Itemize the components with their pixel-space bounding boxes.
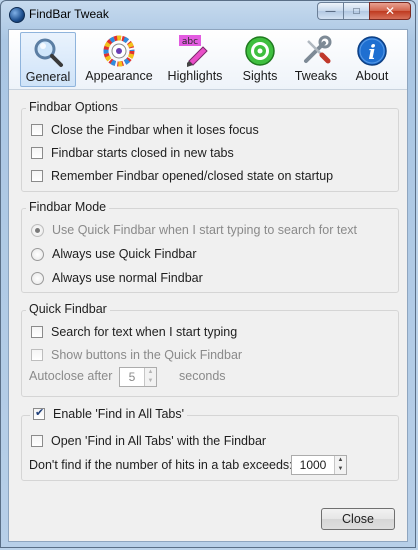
stepper-up-icon[interactable]: ▲ <box>145 368 156 377</box>
minimize-button[interactable]: — <box>317 2 343 20</box>
show-buttons-checkbox <box>31 349 43 361</box>
stepper-arrows[interactable]: ▲ ▼ <box>334 456 346 474</box>
dialog-client: General Appearance abc Highlights Sights… <box>8 29 408 542</box>
quick-findbar-title: Quick Findbar <box>26 302 110 316</box>
magnifier-icon <box>34 38 63 67</box>
always-quick-option[interactable]: Always use Quick Findbar <box>31 245 197 263</box>
always-normal-radio[interactable] <box>31 271 44 285</box>
starts-closed-option[interactable]: Findbar starts closed in new tabs <box>31 144 234 162</box>
remember-state-checkbox[interactable] <box>31 170 43 182</box>
option-label: Enable 'Find in All Tabs' <box>53 407 185 421</box>
maximize-button[interactable]: □ <box>343 2 369 20</box>
starts-closed-checkbox[interactable] <box>31 147 43 159</box>
option-label: Always use Quick Findbar <box>52 247 197 261</box>
autoclose-value: 5 <box>128 370 136 384</box>
hit-limit-value: 1000 <box>299 458 327 472</box>
wrench-screwdriver-icon <box>304 35 332 64</box>
highlight-badge-text: abc <box>182 37 198 47</box>
option-label: Close the Findbar when it loses focus <box>51 123 259 137</box>
open-with-findbar-option[interactable]: Open 'Find in All Tabs' with the Findbar <box>31 432 266 450</box>
findbar-mode-title: Findbar Mode <box>26 200 110 214</box>
tab-label: General <box>25 70 71 84</box>
tab-label: About <box>355 69 389 83</box>
highlighter-marker-icon: abc <box>179 35 208 67</box>
tab-appearance[interactable]: Appearance <box>81 32 157 87</box>
close-window-button[interactable]: ✕ <box>369 2 411 20</box>
findbar-options-title: Findbar Options <box>26 100 121 114</box>
option-label: Always use normal Findbar <box>52 271 203 285</box>
autoclose-stepper[interactable]: 5 ▲ ▼ <box>119 367 157 387</box>
tab-tweaks[interactable]: Tweaks <box>291 32 341 87</box>
tab-general[interactable]: General <box>20 32 76 87</box>
option-label: Show buttons in the Quick Findbar <box>51 348 243 362</box>
caption-buttons: — □ ✕ <box>317 2 411 20</box>
remember-state-option[interactable]: Remember Findbar opened/closed state on … <box>31 167 333 185</box>
search-when-typing-option[interactable]: Search for text when I start typing <box>31 323 237 341</box>
tab-highlights[interactable]: abc Highlights <box>161 32 229 87</box>
tab-about[interactable]: i About <box>347 32 397 87</box>
target-icon <box>245 36 275 66</box>
quick-when-typing-radio <box>31 223 44 237</box>
dialog-window: FindBar Tweak — □ ✕ General Appearance a… <box>0 0 416 548</box>
close-on-focus-loss-option[interactable]: Close the Findbar when it loses focus <box>31 121 259 139</box>
show-buttons-option: Show buttons in the Quick Findbar <box>31 346 242 364</box>
option-label: Search for text when I start typing <box>51 325 238 339</box>
hit-limit-label: Don't find if the number of hits in a ta… <box>29 458 293 472</box>
search-when-typing-checkbox[interactable] <box>31 326 43 338</box>
title-bar[interactable]: FindBar Tweak — □ ✕ <box>1 1 417 29</box>
preferences-toolbar: General Appearance abc Highlights Sights… <box>9 30 407 90</box>
tab-label: Highlights <box>167 69 223 83</box>
info-icon: i <box>357 36 387 66</box>
hit-limit-stepper[interactable]: 1000 ▲ ▼ <box>291 455 347 475</box>
always-quick-radio[interactable] <box>31 247 44 261</box>
stepper-down-icon[interactable]: ▼ <box>335 465 346 474</box>
close-on-focus-loss-checkbox[interactable] <box>31 124 43 136</box>
option-label: Use Quick Findbar when I start typing to… <box>52 223 357 237</box>
svg-text:i: i <box>368 40 376 64</box>
open-with-findbar-checkbox[interactable] <box>31 435 43 447</box>
autoclose-label: Autoclose after <box>29 369 113 383</box>
option-label: Open 'Find in All Tabs' with the Findbar <box>51 434 267 448</box>
enable-find-all-tabs-checkbox[interactable] <box>33 406 45 420</box>
stepper-arrows[interactable]: ▲ ▼ <box>144 368 156 386</box>
option-label: Remember Findbar opened/closed state on … <box>51 169 334 183</box>
tab-label: Sights <box>242 69 278 83</box>
stepper-up-icon[interactable]: ▲ <box>335 456 346 465</box>
quick-when-typing-option: Use Quick Findbar when I start typing to… <box>31 221 357 239</box>
option-label: Findbar starts closed in new tabs <box>51 146 234 160</box>
autoclose-unit: seconds <box>179 369 226 383</box>
firefox-globe-icon <box>9 7 25 23</box>
tab-sights[interactable]: Sights <box>237 32 283 87</box>
tab-label: Appearance <box>85 69 153 83</box>
window-title: FindBar Tweak <box>29 7 109 21</box>
tab-label: Tweaks <box>294 69 338 83</box>
color-wheel-icon <box>103 35 135 67</box>
stepper-down-icon[interactable]: ▼ <box>145 377 156 386</box>
enable-find-all-tabs-option[interactable]: Enable 'Find in All Tabs' <box>30 405 188 423</box>
close-button[interactable]: Close <box>321 508 395 530</box>
always-normal-option[interactable]: Always use normal Findbar <box>31 269 203 287</box>
